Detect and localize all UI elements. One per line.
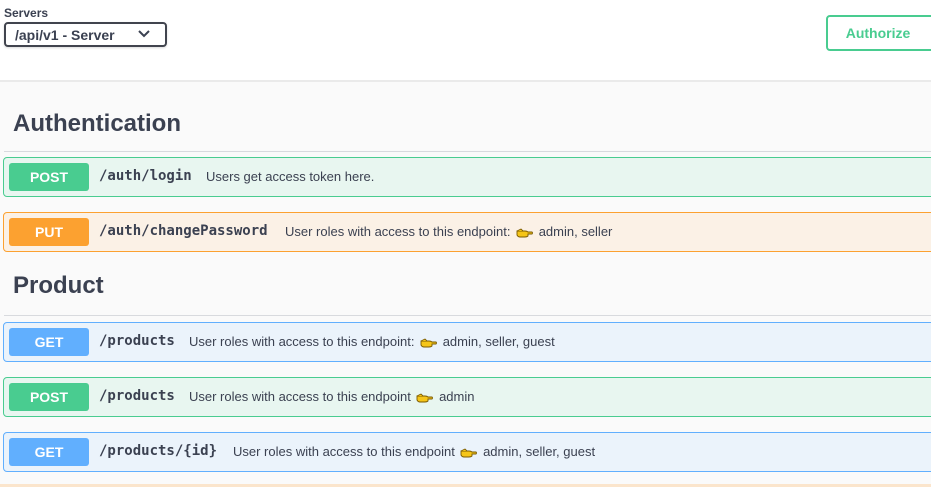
roles-text: admin, seller, guest xyxy=(483,444,596,459)
roles-text: admin, seller xyxy=(538,224,613,239)
pointing-hand-icon xyxy=(461,448,478,458)
endpoint-summary: User roles with access to this endpoint … xyxy=(233,444,595,459)
method-badge: GET xyxy=(9,438,89,466)
summary-text: User roles with access to this endpoint: xyxy=(189,334,415,349)
endpoint-path: /auth/changePassword xyxy=(99,223,268,239)
method-badge: POST xyxy=(9,383,89,411)
opblock-get-product-by-id[interactable]: GET /products/{id} User roles with acces… xyxy=(3,432,931,472)
roles-text: admin xyxy=(439,389,475,404)
endpoint-summary: Users get access token here. xyxy=(206,169,374,184)
server-select-value: /api/v1 - Server xyxy=(15,27,115,43)
opblock-post-products[interactable]: POST /products User roles with access to… xyxy=(3,377,931,417)
chevron-down-icon xyxy=(138,30,150,38)
opblock-post-auth-login[interactable]: POST /auth/login Users get access token … xyxy=(3,157,931,197)
endpoint-summary: User roles with access to this endpoint:… xyxy=(189,334,555,349)
endpoint-path: /products xyxy=(99,388,175,404)
top-bar: Servers /api/v1 - Server Authorize xyxy=(0,0,931,82)
roles-text: admin, seller, guest xyxy=(442,334,555,349)
endpoint-summary: User roles with access to this endpoint:… xyxy=(285,224,612,239)
server-select[interactable]: /api/v1 - Server xyxy=(4,22,167,47)
summary-text: Users get access token here. xyxy=(206,169,375,184)
endpoint-path: /auth/login xyxy=(99,168,192,184)
pointing-hand-icon xyxy=(417,393,434,403)
operations-area: Authentication POST /auth/login Users ge… xyxy=(0,82,931,487)
authorize-button[interactable]: Authorize xyxy=(826,15,931,51)
endpoint-summary: User roles with access to this endpoint … xyxy=(189,389,475,404)
pointing-hand-icon xyxy=(516,228,534,238)
endpoint-path: /products xyxy=(99,333,175,349)
opblock-put-auth-changepassword[interactable]: PUT /auth/changePassword User roles with… xyxy=(3,212,931,252)
opblock-get-products[interactable]: GET /products User roles with access to … xyxy=(3,322,931,362)
summary-text: User roles with access to this endpoint xyxy=(189,389,411,404)
tag-heading-product[interactable]: Product xyxy=(4,272,931,316)
summary-text: User roles with access to this endpoint xyxy=(233,444,455,459)
method-badge: GET xyxy=(9,328,89,356)
tag-heading-authentication[interactable]: Authentication xyxy=(4,110,931,152)
summary-text: User roles with access to this endpoint: xyxy=(285,224,511,239)
endpoint-path: /products/{id} xyxy=(99,443,218,459)
pointing-hand-icon xyxy=(420,338,438,348)
servers-label: Servers xyxy=(4,6,49,20)
method-badge: POST xyxy=(9,163,89,191)
method-badge: PUT xyxy=(9,218,89,246)
